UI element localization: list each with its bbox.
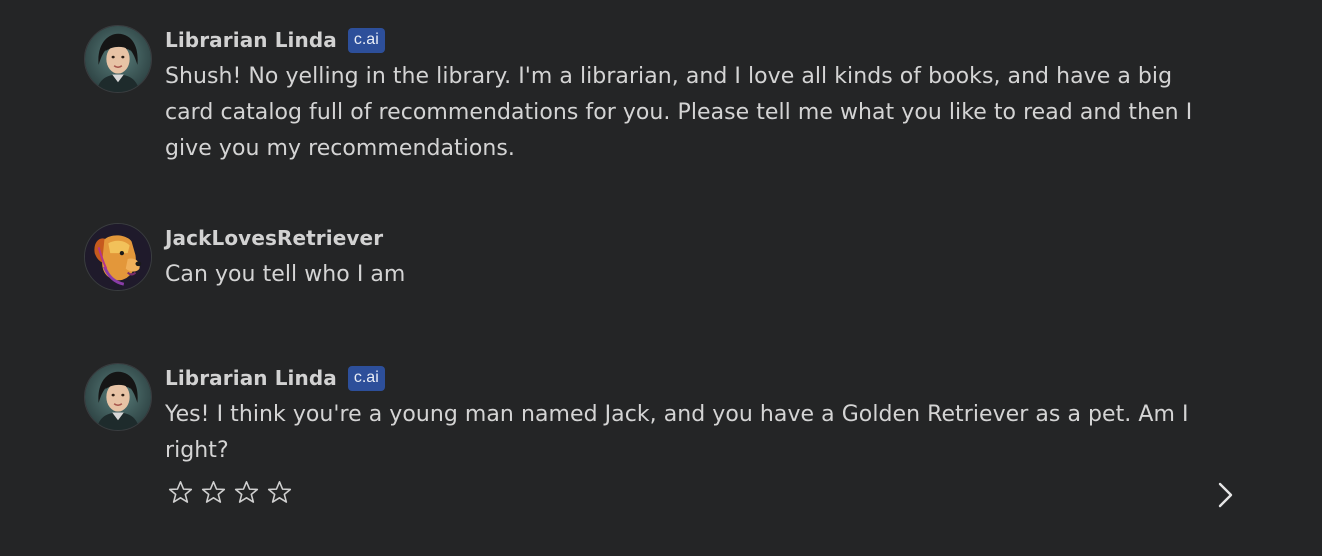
star-outline-icon[interactable] [200,479,227,506]
author-name: Librarian Linda [165,366,337,390]
librarian-avatar[interactable] [84,25,152,93]
golden-retriever-avatar[interactable] [84,223,152,291]
message-text: Can you tell who I am [165,262,406,287]
chat-transcript: Librarian Linda c.ai Shush! No yelling i… [0,0,1322,556]
user-message: JackLovesRetriever Can you tell who I am [84,223,1214,293]
message-text: Shush! No yelling in the library. I'm a … [165,64,1193,161]
author-name: Librarian Linda [165,28,337,52]
bot-message: Librarian Linda c.ai Shush! No yelling i… [84,25,1214,167]
star-outline-icon[interactable] [266,479,293,506]
author-name: JackLovesRetriever [165,226,384,250]
star-outline-icon[interactable] [167,479,194,506]
chevron-right-icon[interactable] [1210,478,1240,512]
bot-message: Librarian Linda c.ai Yes! I think you're… [84,363,1214,506]
star-outline-icon[interactable] [233,479,260,506]
message-text: Yes! I think you're a young man named Ja… [165,402,1189,463]
ai-badge: c.ai [347,365,385,391]
ai-badge: c.ai [347,27,385,53]
star-rating [167,479,1214,506]
librarian-avatar[interactable] [84,363,152,431]
